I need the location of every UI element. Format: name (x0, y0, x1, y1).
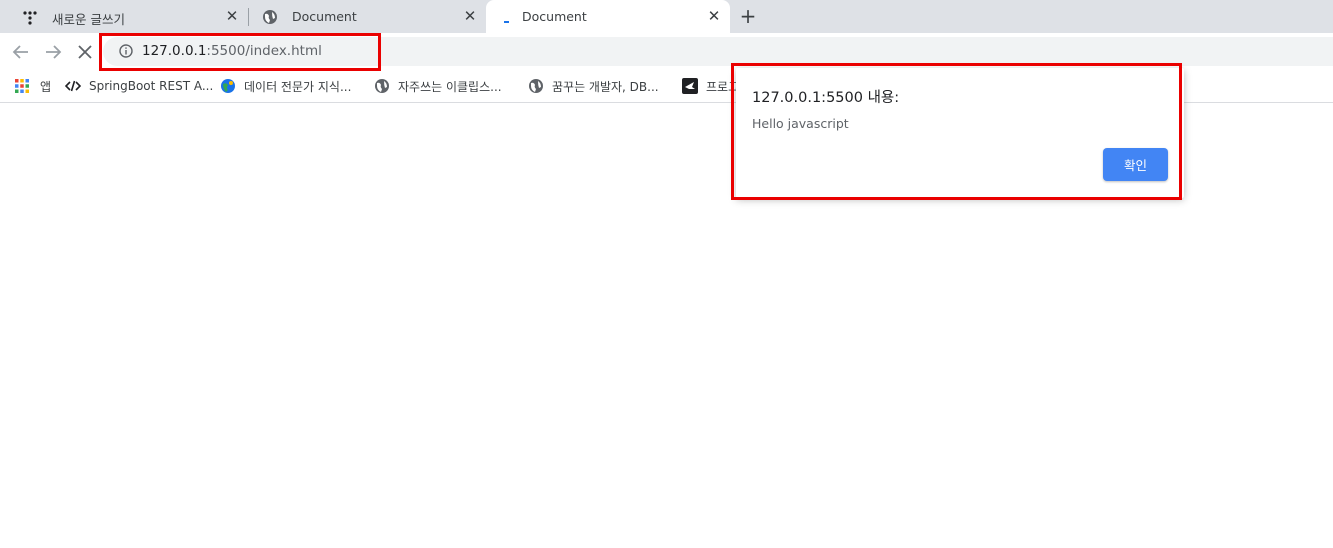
url-highlight-box (99, 33, 381, 71)
bookmark-label: 꿈꾸는 개발자, DB... (552, 79, 659, 94)
code-icon (65, 80, 81, 92)
globe-icon (375, 79, 389, 93)
close-icon[interactable]: ✕ (462, 8, 478, 24)
close-icon[interactable]: ✕ (224, 8, 240, 24)
stop-loading-icon[interactable] (75, 42, 95, 62)
bookmark-apps[interactable]: 앱 (14, 76, 51, 96)
tab-title: Document (292, 9, 357, 24)
tab-strip: 새로운 글쓰기 ✕ Document ✕ Document ✕ + (0, 0, 1333, 33)
bookmark-label: 데이터 전문가 지식... (244, 79, 352, 94)
bookmark-label: 앱 (40, 79, 52, 94)
tab-document[interactable]: Document ✕ (248, 0, 486, 33)
new-tab-button[interactable]: + (738, 6, 758, 26)
bookmark-springboot[interactable]: SpringBoot REST A... (65, 76, 213, 96)
forward-arrow-icon[interactable] (43, 42, 63, 62)
dialog-highlight-box (731, 63, 1182, 200)
globe-icon (263, 10, 277, 24)
tab-document-active[interactable]: Document ✕ (486, 0, 730, 33)
apps-grid-icon (15, 79, 29, 93)
back-arrow-icon[interactable] (11, 42, 31, 62)
bookmark-dreaming-dev[interactable]: 꿈꾸는 개발자, DB... (528, 76, 659, 96)
tistory-icon (23, 11, 37, 25)
bookmark-eclipse[interactable]: 자주쓰는 이클립스... (374, 76, 502, 96)
close-icon[interactable]: ✕ (706, 8, 722, 24)
globe-blue-icon (221, 79, 235, 93)
tab-title: Document (522, 9, 587, 24)
bird-icon (682, 78, 698, 94)
tab-new-post[interactable]: 새로운 글쓰기 ✕ (8, 0, 248, 33)
globe-icon (529, 79, 543, 93)
bookmark-label: SpringBoot REST A... (89, 79, 214, 93)
loading-icon (504, 21, 509, 23)
tab-title: 새로운 글쓰기 (52, 12, 125, 27)
bookmark-data-expert[interactable]: 데이터 전문가 지식... (220, 76, 351, 96)
bookmark-label: 자주쓰는 이클립스... (398, 79, 502, 94)
